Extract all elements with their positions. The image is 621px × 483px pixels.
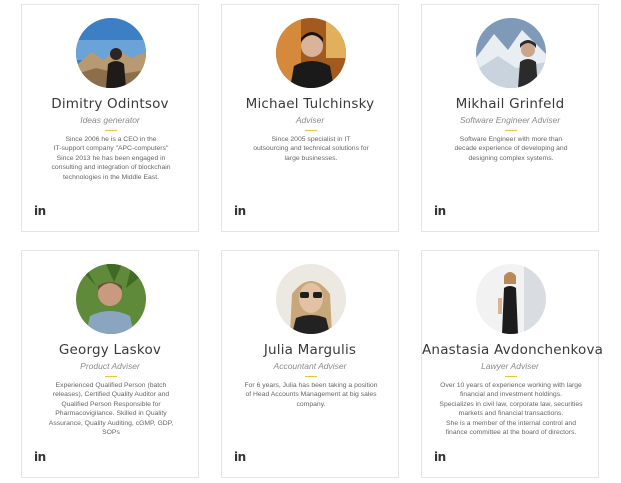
linkedin-icon[interactable]: in [34,204,50,218]
linkedin-icon[interactable]: in [234,450,250,464]
member-role: Software Engineer Adviser [459,115,561,125]
avatar-photo-icon [276,264,346,334]
member-bio: Experienced Qualified Person (batch rele… [48,382,174,437]
avatar [76,18,146,88]
team-card-michael-tulchinsky: Michael Tulchinsky Adviser Since 2005 sp… [221,4,399,232]
divider [505,130,517,131]
divider [105,130,117,131]
avatar-photo-icon [76,18,146,88]
member-role: Ideas generator [80,115,140,125]
member-name: Julia Margulis [263,342,357,358]
member-bio: Software Engineer with more than decade … [454,136,568,162]
team-card-julia-margulis: Julia Margulis Accountant Adviser For 6 … [221,250,399,478]
member-bio: Since 2006 he is a CEO in the IT-support… [51,136,171,181]
member-name: Dimitry Odintsov [51,96,169,112]
team-card-anastasia-avdonchenkova: Anastasia Avdonchenkova Lawyer Adviser O… [421,250,604,478]
divider [305,130,317,131]
divider [305,376,317,377]
linkedin-icon[interactable]: in [434,450,450,464]
member-role: Product Adviser [80,361,140,371]
avatar-photo-icon [476,264,546,334]
member-name: Michael Tulchinsky [245,96,375,112]
member-name: Georgy Laskov [58,342,162,358]
avatar [76,264,146,334]
linkedin-icon[interactable]: in [234,204,250,218]
team-card-georgy-laskov: Georgy Laskov Product Adviser Experience… [21,250,199,478]
member-bio: Over 10 years of experience working with… [439,382,583,437]
team-card-dimitry-odintsov: Dimitry Odintsov Ideas generator Since 2… [21,4,199,232]
avatar [476,18,546,88]
member-role: Accountant Adviser [273,361,347,371]
member-bio: For 6 years, Julia has been taking a pos… [244,382,378,408]
divider [105,376,117,377]
member-bio: Since 2005 specialist in IT outsourcing … [253,136,369,162]
member-role: Lawyer Adviser [481,361,539,371]
member-role: Adviser [295,115,325,125]
avatar [276,18,346,88]
member-name: Anastasia Avdonchenkova [422,342,604,358]
avatar [476,264,546,334]
divider [505,376,517,377]
avatar-photo-icon [476,18,546,88]
avatar-photo-icon [76,264,146,334]
avatar [276,264,346,334]
linkedin-icon[interactable]: in [434,204,450,218]
team-card-mikhail-grinfeld: Mikhail Grinfeld Software Engineer Advis… [421,4,599,232]
linkedin-icon[interactable]: in [34,450,50,464]
avatar-photo-icon [276,18,346,88]
member-name: Mikhail Grinfeld [455,96,565,112]
